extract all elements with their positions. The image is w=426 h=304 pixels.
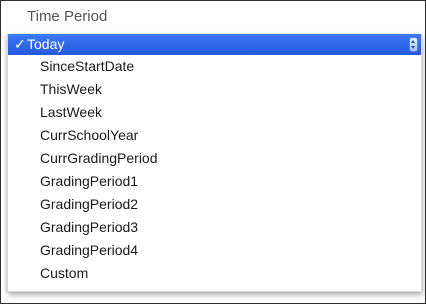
menu-item-grading-period-1[interactable]: GradingPeriod1 (8, 171, 421, 192)
field-label: Time Period (27, 8, 108, 25)
menu-item-label: CurrGradingPeriod (40, 150, 158, 166)
time-period-dropdown-menu: ✓ Today SinceStartDate ThisWeek LastWeek… (7, 34, 422, 292)
menu-item-since-start-date[interactable]: SinceStartDate (8, 56, 421, 77)
menu-item-label: GradingPeriod2 (40, 196, 139, 212)
time-period-panel: Time Period ✓ Today SinceStartDate ThisW… (0, 0, 426, 304)
menu-item-label: Custom (40, 265, 89, 281)
menu-item-custom[interactable]: Custom (8, 263, 421, 284)
menu-item-label: GradingPeriod1 (40, 173, 139, 189)
menu-item-curr-grading-period[interactable]: CurrGradingPeriod (8, 148, 421, 169)
menu-item-label: GradingPeriod4 (40, 242, 139, 258)
menu-item-label: SinceStartDate (40, 58, 135, 74)
menu-item-last-week[interactable]: LastWeek (8, 102, 421, 123)
menu-item-grading-period-3[interactable]: GradingPeriod3 (8, 217, 421, 238)
menu-item-label: CurrSchoolYear (40, 127, 139, 143)
menu-item-label: Today (27, 36, 65, 52)
menu-item-this-week[interactable]: ThisWeek (8, 79, 421, 100)
menu-item-grading-period-4[interactable]: GradingPeriod4 (8, 240, 421, 261)
menu-item-curr-school-year[interactable]: CurrSchoolYear (8, 125, 421, 146)
menu-item-label: ThisWeek (40, 81, 102, 97)
checkmark-icon: ✓ (14, 36, 26, 52)
menu-item-label: LastWeek (40, 104, 102, 120)
updown-arrows-icon[interactable] (409, 37, 418, 52)
menu-item-label: GradingPeriod3 (40, 219, 139, 235)
menu-item-today[interactable]: ✓ Today (8, 34, 421, 55)
menu-item-grading-period-2[interactable]: GradingPeriod2 (8, 194, 421, 215)
